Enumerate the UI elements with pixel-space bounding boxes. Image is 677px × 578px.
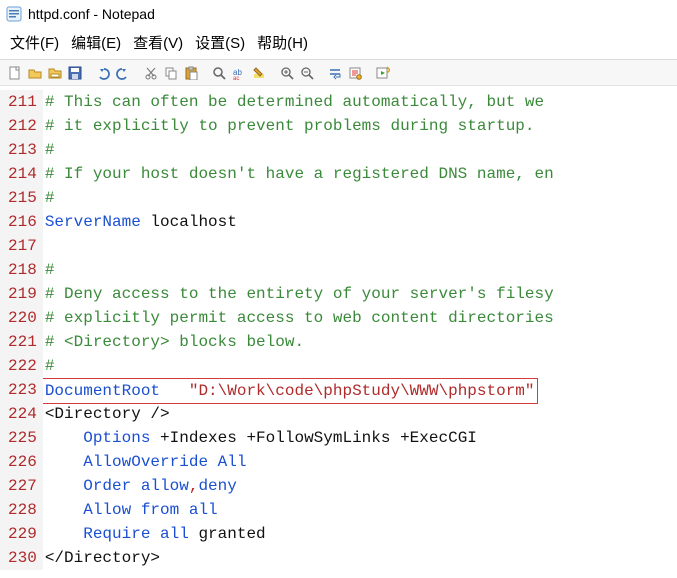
menu-edit[interactable]: 编辑(E) — [71, 32, 121, 53]
line-number: 221 — [8, 330, 37, 354]
code-line[interactable]: # If your host doesn't have a registered… — [43, 162, 677, 186]
line-number: 223 — [8, 378, 37, 402]
svg-text:ac: ac — [233, 76, 239, 80]
highlighted-directive: DocumentRoot "D:\Work\code\phpStudy\WWW\… — [43, 378, 538, 404]
find-icon[interactable] — [210, 64, 228, 82]
line-number: 212 — [8, 114, 37, 138]
line-number: 222 — [8, 354, 37, 378]
editor-area[interactable]: 2112122132142152162172182192202212222232… — [0, 86, 677, 570]
menu-settings[interactable]: 设置(S) — [195, 32, 245, 53]
undo-icon[interactable] — [94, 64, 112, 82]
zoom-in-icon[interactable] — [278, 64, 296, 82]
code-line[interactable]: # explicitly permit access to web conten… — [43, 306, 677, 330]
run-icon[interactable] — [374, 64, 392, 82]
line-number: 229 — [8, 522, 37, 546]
line-number: 214 — [8, 162, 37, 186]
line-number: 225 — [8, 426, 37, 450]
settings-icon[interactable] — [346, 64, 364, 82]
code-line[interactable]: Allow from all — [43, 498, 677, 522]
code-line[interactable]: <Directory /> — [43, 402, 677, 426]
line-number: 227 — [8, 474, 37, 498]
menu-help[interactable]: 帮助(H) — [257, 32, 308, 53]
paste-icon[interactable] — [182, 64, 200, 82]
line-number: 228 — [8, 498, 37, 522]
folder-icon[interactable] — [46, 64, 64, 82]
line-number: 226 — [8, 450, 37, 474]
line-number: 213 — [8, 138, 37, 162]
code-line[interactable]: DocumentRoot "D:\Work\code\phpStudy\WWW\… — [43, 378, 677, 402]
new-file-icon[interactable] — [6, 64, 24, 82]
app-icon — [6, 6, 22, 22]
line-number: 219 — [8, 282, 37, 306]
code-line[interactable]: AllowOverride All — [43, 450, 677, 474]
redo-icon[interactable] — [114, 64, 132, 82]
code-line[interactable]: # — [43, 258, 677, 282]
menu-view[interactable]: 查看(V) — [133, 32, 183, 53]
open-icon[interactable] — [26, 64, 44, 82]
line-number: 218 — [8, 258, 37, 282]
code-line[interactable]: </Directory> — [43, 546, 677, 570]
code-line[interactable]: # — [43, 354, 677, 378]
code-content[interactable]: # This can often be determined automatic… — [43, 90, 677, 570]
code-line[interactable]: # Deny access to the entirety of your se… — [43, 282, 677, 306]
code-line[interactable]: Options +Indexes +FollowSymLinks +ExecCG… — [43, 426, 677, 450]
menu-bar: 文件(F) 编辑(E) 查看(V) 设置(S) 帮助(H) — [0, 26, 677, 60]
replace-icon[interactable]: abac — [230, 64, 248, 82]
line-number: 230 — [8, 546, 37, 570]
code-line[interactable]: Order allow,deny — [43, 474, 677, 498]
save-icon[interactable] — [66, 64, 84, 82]
code-line[interactable]: # <Directory> blocks below. — [43, 330, 677, 354]
code-line[interactable]: Require all granted — [43, 522, 677, 546]
toolbar: abac — [0, 60, 677, 86]
line-number: 220 — [8, 306, 37, 330]
line-number: 211 — [8, 90, 37, 114]
menu-file[interactable]: 文件(F) — [10, 32, 59, 53]
highlight-icon[interactable] — [250, 64, 268, 82]
line-number: 216 — [8, 210, 37, 234]
title-bar: httpd.conf - Notepad — [0, 0, 677, 26]
code-line[interactable] — [43, 234, 677, 258]
cut-icon[interactable] — [142, 64, 160, 82]
zoom-out-icon[interactable] — [298, 64, 316, 82]
line-number: 215 — [8, 186, 37, 210]
code-line[interactable]: ServerName localhost — [43, 210, 677, 234]
wrap-icon[interactable] — [326, 64, 344, 82]
code-line[interactable]: # This can often be determined automatic… — [43, 90, 677, 114]
code-line[interactable]: # — [43, 186, 677, 210]
line-number: 224 — [8, 402, 37, 426]
window-title: httpd.conf - Notepad — [28, 6, 155, 22]
line-number: 217 — [8, 234, 37, 258]
code-line[interactable]: # — [43, 138, 677, 162]
copy-icon[interactable] — [162, 64, 180, 82]
line-number-gutter: 2112122132142152162172182192202212222232… — [0, 90, 43, 570]
code-line[interactable]: # it explicitly to prevent problems duri… — [43, 114, 677, 138]
